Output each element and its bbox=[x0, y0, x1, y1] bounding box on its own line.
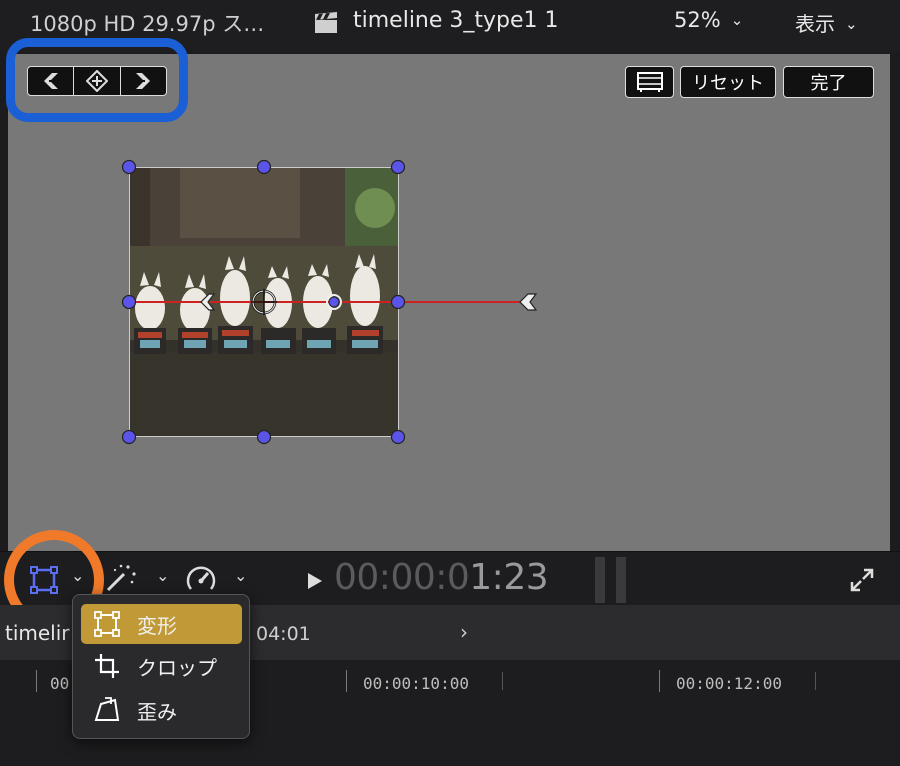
menu-item-label: 変形 bbox=[137, 613, 177, 638]
menu-item-distort[interactable]: 歪み bbox=[81, 690, 242, 730]
edge-handle-top[interactable] bbox=[256, 159, 272, 175]
edge-handle-bottom[interactable] bbox=[256, 429, 272, 445]
format-label[interactable]: 1080p HD 29.97p ス… bbox=[30, 8, 264, 38]
chevron-right-icon[interactable]: › bbox=[460, 620, 468, 644]
project-title: timeline 3_type1 1 bbox=[353, 8, 559, 33]
ruler-label: 00 bbox=[50, 674, 70, 693]
ruler-label: 00:00:12:00 bbox=[676, 674, 782, 693]
menu-item-transform[interactable]: 変形 bbox=[81, 604, 242, 644]
play-icon[interactable] bbox=[306, 571, 324, 591]
clapper-icon bbox=[315, 12, 337, 33]
timecode-display[interactable]: 00:00:01:23 bbox=[334, 557, 549, 598]
transform-icon bbox=[94, 611, 120, 637]
speed-gauge-icon[interactable] bbox=[185, 563, 217, 595]
distort-icon bbox=[94, 697, 120, 721]
menu-item-crop[interactable]: クロップ bbox=[81, 646, 242, 686]
menu-item-label: 歪み bbox=[137, 699, 177, 724]
timecode-dim: 00:00:0 bbox=[334, 557, 470, 598]
timeline-name[interactable]: timelir bbox=[5, 621, 70, 645]
transform-overlay bbox=[121, 159, 538, 445]
fullscreen-icon[interactable] bbox=[849, 567, 875, 593]
corner-handle-bottom-right[interactable] bbox=[390, 429, 406, 445]
audio-meter-right bbox=[616, 557, 626, 603]
chevron-down-icon: ⌄ bbox=[845, 15, 858, 33]
timeline-duration: 04:01 bbox=[256, 623, 311, 645]
ruler-tick bbox=[815, 672, 816, 690]
ruler-tick bbox=[346, 670, 347, 692]
magic-wand-icon[interactable] bbox=[104, 562, 138, 594]
transform-tool-menu: 変形 クロップ 歪み bbox=[72, 594, 250, 739]
menu-item-label: クロップ bbox=[137, 655, 217, 680]
edge-handle-left[interactable] bbox=[121, 294, 137, 310]
edge-handle-right[interactable] bbox=[390, 294, 406, 310]
retime-chevron-icon[interactable]: ⌄ bbox=[234, 566, 247, 585]
corner-handle-top-left[interactable] bbox=[121, 159, 137, 175]
enhance-chevron-icon[interactable]: ⌄ bbox=[156, 566, 169, 585]
audio-meter-left bbox=[595, 557, 605, 603]
zoom-menu[interactable]: 52% ⌄ bbox=[674, 8, 743, 32]
view-menu[interactable]: 表示 ⌄ bbox=[795, 8, 858, 37]
zoom-value: 52% bbox=[674, 8, 721, 32]
ruler-label: 00:00:10:00 bbox=[363, 674, 469, 693]
ruler-tick bbox=[502, 672, 503, 690]
view-menu-label: 表示 bbox=[795, 12, 835, 36]
chevron-down-icon: ⌄ bbox=[730, 11, 744, 29]
ruler-tick bbox=[659, 670, 660, 692]
ruler-tick bbox=[36, 670, 37, 692]
timecode-bright: 1:23 bbox=[469, 557, 549, 598]
corner-handle-top-right[interactable] bbox=[390, 159, 406, 175]
crop-icon bbox=[95, 654, 119, 678]
viewer-canvas[interactable]: リセット 完了 bbox=[6, 38, 890, 551]
corner-handle-bottom-left[interactable] bbox=[121, 429, 137, 445]
keyframe-marker-right[interactable] bbox=[519, 293, 538, 311]
